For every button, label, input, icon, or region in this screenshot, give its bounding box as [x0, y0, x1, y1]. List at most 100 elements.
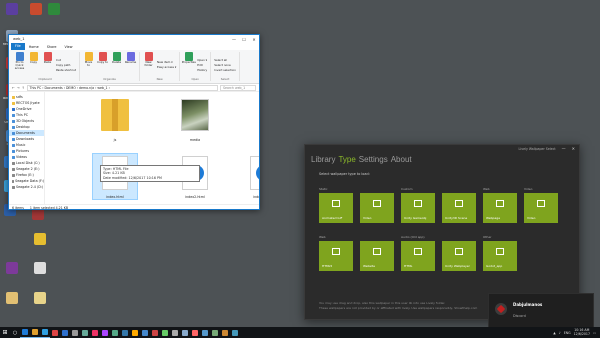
taskbar-app-button[interactable] [130, 327, 140, 338]
explorer-titlebar[interactable]: web_1 — ☐ ✕ [9, 35, 259, 43]
desktop-icon[interactable] [2, 262, 22, 275]
taskbar-app-button[interactable] [90, 327, 100, 338]
back-arrow-icon[interactable]: ← [12, 86, 15, 90]
ribbon-small-command[interactable]: Edit [197, 63, 207, 67]
taskbar-app-button[interactable] [120, 327, 130, 338]
nav-item-icon [12, 173, 15, 177]
desktop-icon[interactable] [26, 3, 46, 16]
close-button[interactable]: ✕ [249, 37, 259, 42]
taskbar-app-button[interactable] [70, 327, 80, 338]
search-button[interactable]: ○ [10, 327, 20, 338]
ribbon-small-command[interactable]: New item ▾ [157, 60, 176, 64]
lively-type-tile[interactable]: Unity3D Scene [442, 193, 476, 223]
nav-item-icon [12, 149, 15, 153]
lively-type-tile[interactable]: HTML [401, 241, 435, 271]
file-item[interactable]: e index3.html [241, 154, 259, 199]
discord-notification[interactable]: Dabjulmanos Discord [488, 293, 594, 328]
ribbon-small-command[interactable]: Invert selection [214, 68, 236, 72]
desktop-icon[interactable] [30, 233, 50, 246]
tab-share[interactable]: Share [43, 45, 61, 49]
taskbar-app-button[interactable] [220, 327, 230, 338]
ribbon-button[interactable]: Rename [125, 52, 136, 77]
tab-home[interactable]: Home [25, 45, 43, 49]
volume-icon[interactable]: ♪ [559, 331, 561, 335]
ribbon-button[interactable]: Delete [111, 52, 122, 77]
lively-tab-settings[interactable]: Settings [359, 155, 388, 164]
edge-html-file-icon: e [250, 156, 259, 190]
lively-titlebar[interactable]: Lively Wallpaper Select — ✕ [305, 145, 579, 152]
ribbon-button[interactable]: Pin to Quick access [14, 52, 25, 77]
desktop-icon[interactable] [44, 3, 64, 16]
ribbon-small-command[interactable]: Copy path [56, 63, 76, 67]
lively-tab-type[interactable]: Type [338, 155, 355, 164]
lively-type-tile[interactable]: Godot_app [483, 241, 517, 271]
ribbon-button[interactable]: Move to [83, 52, 94, 77]
ribbon-button[interactable]: Paste [42, 52, 53, 77]
nav-item-icon [12, 125, 15, 129]
lively-type-tile[interactable]: Unity Webplayer [442, 241, 476, 271]
ribbon-small-command[interactable]: Select all [214, 58, 236, 62]
language-indicator[interactable]: ENG [564, 331, 571, 335]
lively-type-tile[interactable]: Video [360, 193, 394, 223]
forward-arrow-icon[interactable]: → [17, 86, 20, 90]
search-input[interactable]: Search web_1 [220, 84, 256, 91]
taskbar-app-button[interactable] [170, 327, 180, 338]
taskbar-app-button[interactable] [20, 327, 30, 338]
address-path[interactable]: This PC › Documents › DEMO › demo.n/a › … [26, 84, 218, 91]
lively-tab-library[interactable]: Library [311, 155, 335, 164]
desktop-icon[interactable] [2, 292, 22, 305]
notification-center-icon[interactable]: ▭ [593, 331, 596, 335]
desktop-icon[interactable] [30, 292, 50, 305]
taskbar-app-button[interactable] [180, 327, 190, 338]
ribbon-small-command[interactable]: Select none [214, 63, 236, 67]
ribbon-button[interactable]: Copy [28, 52, 39, 77]
file-item[interactable]: js [93, 96, 137, 142]
lively-close-button[interactable]: ✕ [572, 146, 575, 151]
ribbon-button[interactable]: Properties [182, 52, 196, 77]
tab-view[interactable]: View [61, 45, 77, 49]
taskbar-app-button[interactable] [190, 327, 200, 338]
taskbar-app-button[interactable] [60, 327, 70, 338]
tab-file[interactable]: File [11, 43, 25, 50]
file-item[interactable]: favicon.ico [241, 96, 259, 163]
lively-type-tile[interactable]: HTML5 [319, 241, 353, 271]
ribbon-button[interactable]: New folder [143, 52, 154, 77]
taskbar-app-button[interactable] [200, 327, 210, 338]
clock[interactable]: 10:16 AM 12/6/2017 [574, 328, 590, 336]
lively-type-tile[interactable]: Unity Gameobj [401, 193, 435, 223]
desktop-icon[interactable] [30, 262, 50, 275]
lively-type-tile[interactable]: Webpage [483, 193, 517, 223]
network-icon[interactable]: ▲ [553, 331, 555, 335]
up-arrow-icon[interactable]: ↑ [22, 86, 25, 90]
taskbar-app-button[interactable] [140, 327, 150, 338]
lively-type-tile[interactable]: Video [524, 193, 558, 223]
lively-type-tile[interactable]: Animated GIF [319, 193, 353, 223]
taskbar-app-button[interactable] [80, 327, 90, 338]
lively-minimize-button[interactable]: — [562, 146, 566, 151]
minimize-button[interactable]: — [229, 37, 239, 42]
lively-type-tile[interactable]: Website [360, 241, 394, 271]
ribbon-small-command[interactable]: History [197, 68, 207, 72]
ribbon-small-command[interactable]: Paste shortcut [56, 68, 76, 72]
file-explorer-window[interactable]: web_1 — ☐ ✕ File Home Share View Pin to … [8, 34, 260, 210]
maximize-button[interactable]: ☐ [239, 37, 249, 42]
taskbar-app-button[interactable] [230, 327, 240, 338]
taskbar-app-button[interactable] [30, 327, 40, 338]
nav-item[interactable]: Seagate 2.4 (D:) [9, 184, 44, 190]
file-item[interactable]: media [173, 96, 217, 142]
lively-tab-about[interactable]: About [391, 155, 412, 164]
desktop-icon[interactable] [2, 3, 22, 16]
taskbar-app-button[interactable] [100, 327, 110, 338]
taskbar-app-button[interactable] [110, 327, 120, 338]
ribbon-small-command[interactable]: Easy access ▾ [157, 65, 176, 69]
ribbon-button[interactable]: Copy to [97, 52, 108, 77]
taskbar-app-button[interactable] [160, 327, 170, 338]
taskbar-app-icon [152, 329, 158, 336]
start-button[interactable]: ⊞ [0, 327, 10, 338]
ribbon-small-command[interactable]: Open ▾ [197, 58, 207, 62]
ribbon-small-command[interactable]: Cut [56, 58, 76, 62]
taskbar-app-button[interactable] [150, 327, 160, 338]
taskbar-app-button[interactable] [210, 327, 220, 338]
taskbar-app-button[interactable] [50, 327, 60, 338]
taskbar-app-button[interactable] [40, 327, 50, 338]
